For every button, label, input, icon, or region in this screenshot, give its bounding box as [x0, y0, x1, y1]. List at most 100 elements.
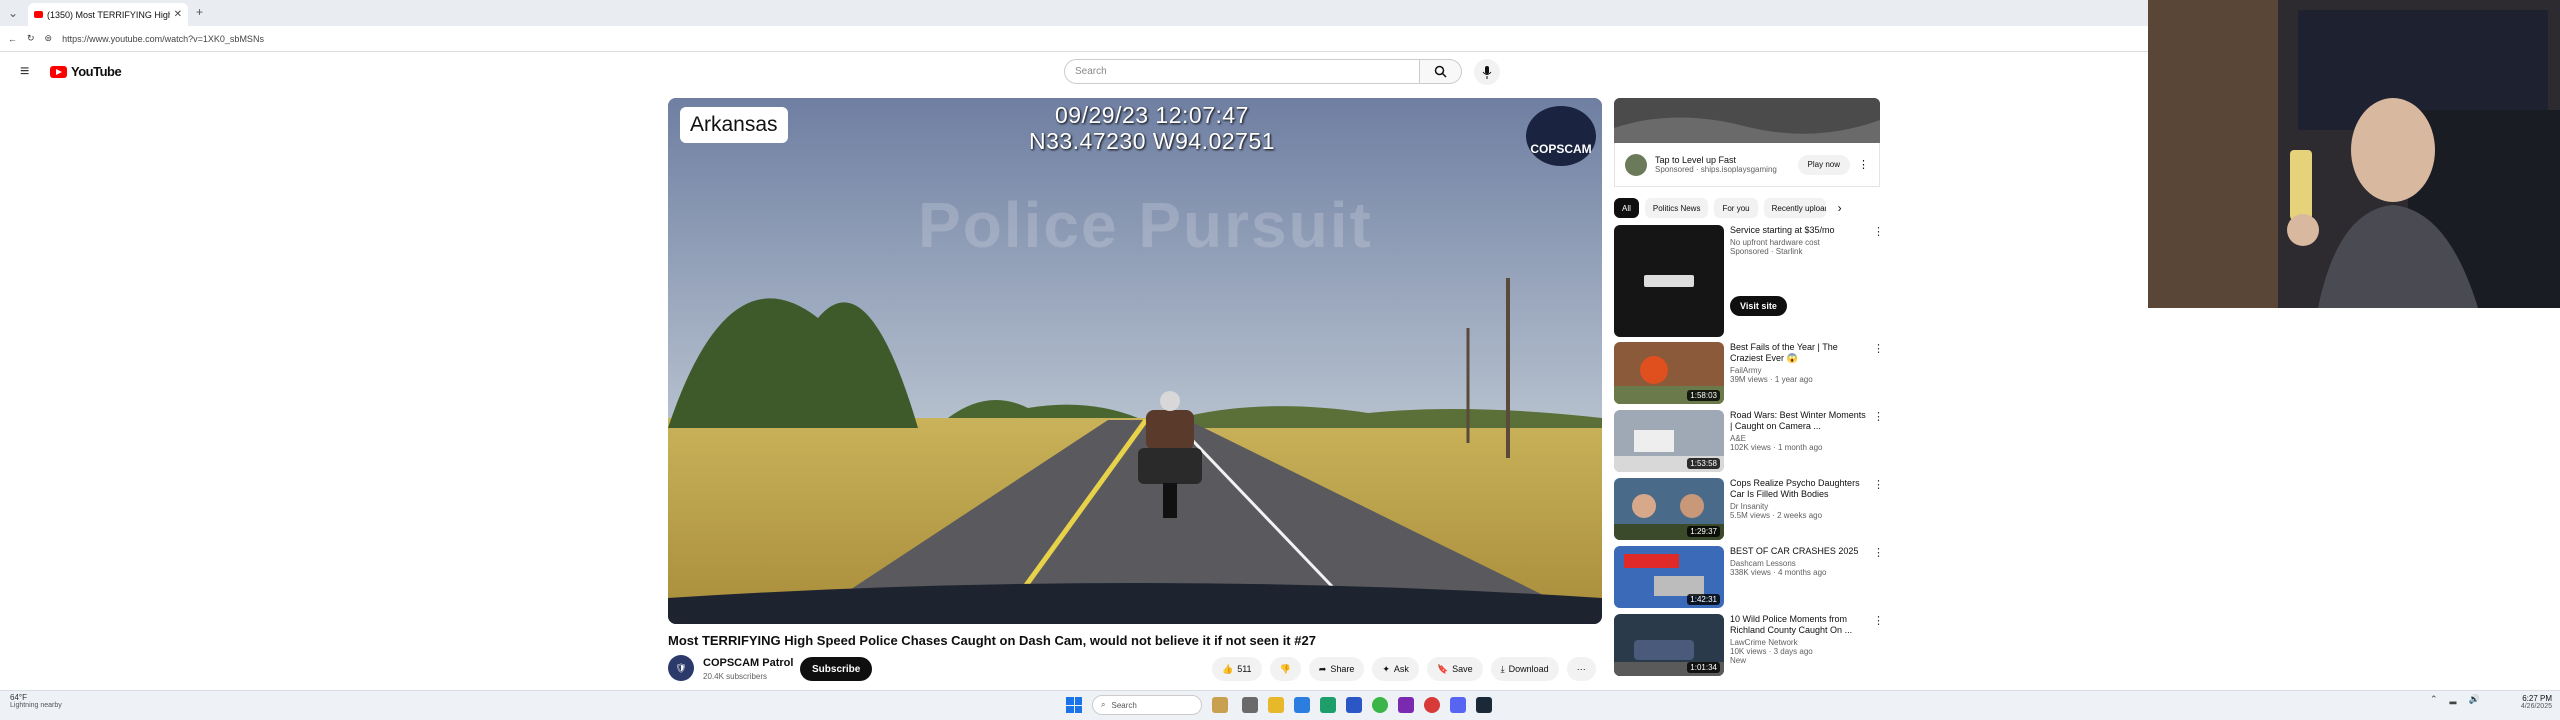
ad-banner[interactable] [1614, 98, 1880, 143]
ad-title: Tap to Level up Fast [1655, 155, 1737, 165]
filter-chips: All Politics News For you Recently uploa… [1614, 198, 1880, 218]
ad-menu-icon[interactable]: ⋮ [1858, 158, 1869, 171]
chip-politics-news[interactable]: Politics News [1644, 198, 1709, 218]
more-vert-icon[interactable]: ⋮ [1873, 546, 1884, 608]
widgets-icon[interactable] [1212, 697, 1228, 713]
video-thumbnail[interactable]: 1:42:31 [1614, 546, 1724, 608]
location-label: Arkansas [680, 107, 788, 143]
spotify-icon[interactable] [1372, 697, 1388, 713]
system-tray: ⌃ ▂ 🔊 [2430, 694, 2480, 705]
video-duration: 1:29:37 [1687, 526, 1720, 537]
youtube-favicon-icon [34, 11, 43, 18]
ad-sponsor: Sponsored · ships.isoplaysgaming [1655, 165, 1777, 174]
recommendation-channel: No upfront hardware cost [1730, 238, 1820, 247]
more-actions-button[interactable]: ⋯ [1566, 657, 1596, 681]
thumbs-up-icon: 👍 [1222, 663, 1234, 674]
play-now-button[interactable]: Play now [1797, 154, 1850, 175]
taskbar-search[interactable]: ⌕ Search [1092, 695, 1202, 715]
download-button[interactable]: ⤓ Download [1490, 657, 1559, 681]
recommendation-title: 10 Wild Police Moments from Richland Cou… [1730, 614, 1853, 635]
more-vert-icon[interactable]: ⋮ [1873, 614, 1884, 676]
new-tab-button[interactable]: + [196, 5, 203, 19]
video-duration: 1:01:34 [1687, 662, 1720, 673]
youtube-play-logo-icon [50, 65, 67, 78]
close-tab-icon[interactable]: ✕ [174, 9, 182, 20]
recommendation-sponsored[interactable]: Service starting at $35/mo No upfront ha… [1614, 225, 1884, 337]
search-button[interactable] [1420, 59, 1462, 84]
recommendation-channel: LawCrime Network [1730, 638, 1798, 647]
taskbar-clock[interactable]: 6:27 PM 4/26/2025 [2500, 694, 2552, 710]
edge-icon[interactable] [1320, 697, 1336, 713]
search-input[interactable]: Search [1064, 59, 1420, 84]
tab-list-icon[interactable]: ⌄ [8, 6, 18, 20]
weather-widget[interactable]: 64°F Lightning nearby [10, 693, 62, 709]
discord-icon[interactable] [1450, 697, 1466, 713]
youtube-logo[interactable]: YouTube [50, 64, 122, 79]
tray-overflow-icon[interactable]: ⌃ [2430, 694, 2438, 705]
chip-recently-uploaded[interactable]: Recently uploaded [1763, 198, 1826, 218]
browser-icon[interactable] [1294, 697, 1310, 713]
webcam-feed-image [2148, 0, 2560, 308]
video-thumbnail[interactable]: 1:58:03 [1614, 342, 1724, 404]
recommendation-channel: FailArmy [1730, 366, 1762, 375]
recommendation-meta: 5.5M views · 2 weeks ago [1730, 511, 1823, 520]
recommendation-item[interactable]: 1:58:03 Best Fails of the Year | The Cra… [1614, 342, 1884, 404]
subscribe-button[interactable]: Subscribe [800, 657, 873, 681]
network-icon[interactable]: ▂ [2450, 694, 2457, 705]
clock-date: 4/26/2025 [2520, 703, 2552, 710]
more-vert-icon[interactable]: ⋮ [1873, 478, 1884, 540]
recommendation-item[interactable]: 1:42:31 BEST OF CAR CRASHES 2025 Dashcam… [1614, 546, 1884, 608]
browser-tab-active[interactable]: (1350) Most TERRIFYING High... ✕ [28, 3, 188, 26]
recommendation-title: BEST OF CAR CRASHES 2025 [1730, 546, 1859, 556]
steam-icon[interactable] [1476, 697, 1492, 713]
recommendation-channel: A&E [1730, 434, 1747, 443]
video-watermark: Police Pursuit [918, 189, 1373, 261]
more-vert-icon[interactable]: ⋮ [1873, 225, 1884, 337]
recommendation-title: Road Wars: Best Winter Moments | Caught … [1730, 410, 1866, 431]
more-horiz-icon: ⋯ [1576, 663, 1586, 674]
more-vert-icon[interactable]: ⋮ [1873, 342, 1884, 404]
recommendation-channel: Dashcam Lessons [1730, 559, 1796, 568]
channel-avatar[interactable]: 🛡 [668, 655, 694, 681]
voice-search-button[interactable] [1474, 59, 1500, 85]
channel-name[interactable]: COPSCAM Patrol [703, 657, 793, 669]
start-button[interactable] [1066, 697, 1082, 713]
like-button[interactable]: 👍 511 [1212, 657, 1262, 681]
thumbs-down-icon: 👎 [1279, 663, 1291, 674]
store-icon[interactable] [1346, 697, 1362, 713]
more-vert-icon[interactable]: ⋮ [1873, 410, 1884, 472]
browser-tab-bar: ⌄ (1350) Most TERRIFYING High... ✕ + [0, 0, 2148, 26]
dislike-button[interactable]: 👎 [1269, 657, 1301, 681]
ad-card[interactable]: Tap to Level up Fast Sponsored · ships.i… [1614, 143, 1880, 187]
video-thumbnail[interactable]: 1:53:58 [1614, 410, 1724, 472]
task-view-icon[interactable] [1242, 697, 1258, 713]
video-thumbnail[interactable]: 1:01:34 [1614, 614, 1724, 676]
recommendation-channel: Dr Insanity [1730, 502, 1769, 511]
hamburger-menu-icon[interactable]: ≡ [20, 63, 29, 81]
chip-for-you[interactable]: For you [1714, 198, 1758, 218]
video-thumbnail[interactable]: 1:29:37 [1614, 478, 1724, 540]
site-info-icon[interactable]: ⊜ [45, 33, 53, 44]
recommendation-meta: 102K views · 1 month ago [1730, 443, 1823, 452]
ask-button[interactable]: ✦ Ask [1372, 657, 1419, 681]
volume-icon[interactable]: 🔊 [2468, 694, 2479, 705]
share-button[interactable]: ➦ Share [1308, 657, 1365, 681]
chevron-right-icon[interactable]: › [1838, 201, 1842, 215]
back-icon[interactable]: ← [8, 34, 17, 44]
recommendation-item[interactable]: 1:53:58 Road Wars: Best Winter Moments |… [1614, 410, 1884, 472]
download-icon: ⤓ [1500, 663, 1505, 674]
visit-site-button[interactable]: Visit site [1730, 296, 1787, 316]
file-explorer-icon[interactable] [1268, 697, 1284, 713]
recommendation-item[interactable]: 1:01:34 10 Wild Police Moments from Rich… [1614, 614, 1884, 676]
video-thumbnail[interactable] [1614, 225, 1724, 337]
app-icon[interactable] [1398, 697, 1414, 713]
chrome-icon[interactable] [1424, 697, 1440, 713]
url-field[interactable]: https://www.youtube.com/watch?v=1XK0_sbM… [62, 34, 264, 44]
reload-icon[interactable]: ↻ [27, 33, 35, 44]
save-button[interactable]: 🔖 Save [1426, 657, 1483, 681]
recommendation-item[interactable]: 1:29:37 Cops Realize Psycho Daughters Ca… [1614, 478, 1884, 540]
chip-all[interactable]: All [1614, 198, 1639, 218]
video-player[interactable]: Police Pursuit Arkansas 09/29/23 12:07:4… [668, 98, 1602, 624]
search-icon: ⌕ [1101, 700, 1106, 709]
dashcam-timestamp: 09/29/23 12:07:47 N33.47230 W94.02751 [1012, 102, 1292, 154]
